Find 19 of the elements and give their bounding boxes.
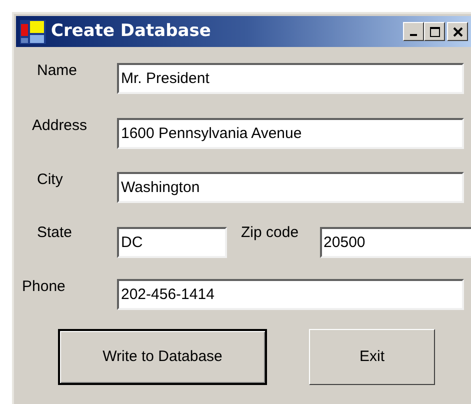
app-icon: [19, 18, 47, 44]
text-field[interactable]: Mr. President: [117, 63, 464, 94]
text-field[interactable]: DC: [117, 227, 227, 258]
maximize-icon[interactable]: [424, 22, 445, 41]
field-label: Name: [37, 62, 78, 79]
text-field[interactable]: 202-456-1414: [117, 279, 464, 310]
field-label: City: [37, 171, 63, 188]
window-title: Create Database: [51, 20, 211, 43]
text-field[interactable]: 1600 Pennsylvania Avenue: [117, 118, 464, 149]
close-icon[interactable]: [447, 22, 468, 41]
text-field[interactable]: 20500: [320, 227, 471, 258]
text-field[interactable]: Washington: [117, 172, 464, 203]
field-label: Zip code: [241, 224, 299, 241]
minimize-icon[interactable]: [403, 22, 424, 41]
dialog-button[interactable]: Write to Database: [58, 329, 267, 385]
field-label: State: [37, 224, 72, 241]
dialog-button[interactable]: Exit: [309, 329, 435, 385]
field-label: Phone: [22, 278, 66, 295]
field-label: Address: [32, 117, 88, 134]
